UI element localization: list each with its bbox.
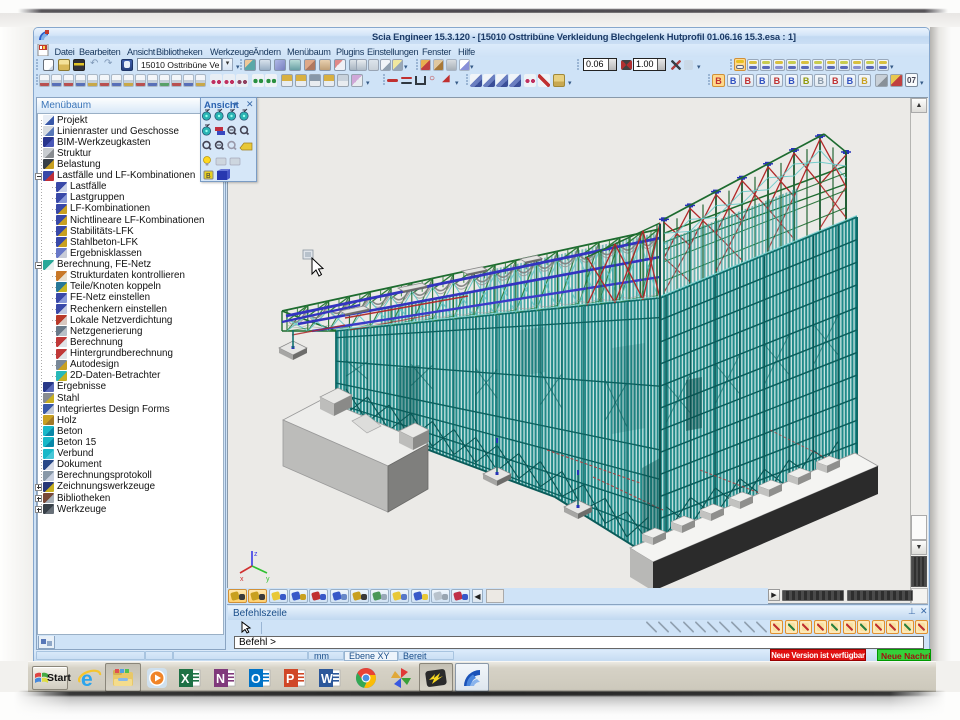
svg-text:N: N bbox=[216, 672, 225, 686]
svg-text:O: O bbox=[251, 672, 261, 686]
svg-text:P: P bbox=[286, 672, 294, 686]
svg-text:y: y bbox=[266, 576, 270, 583]
svg-text:B: B bbox=[206, 173, 211, 180]
svg-text:W: W bbox=[321, 672, 333, 686]
svg-text:X: X bbox=[181, 672, 190, 686]
svg-text:z: z bbox=[254, 551, 258, 558]
svg-text:x: x bbox=[240, 576, 244, 583]
